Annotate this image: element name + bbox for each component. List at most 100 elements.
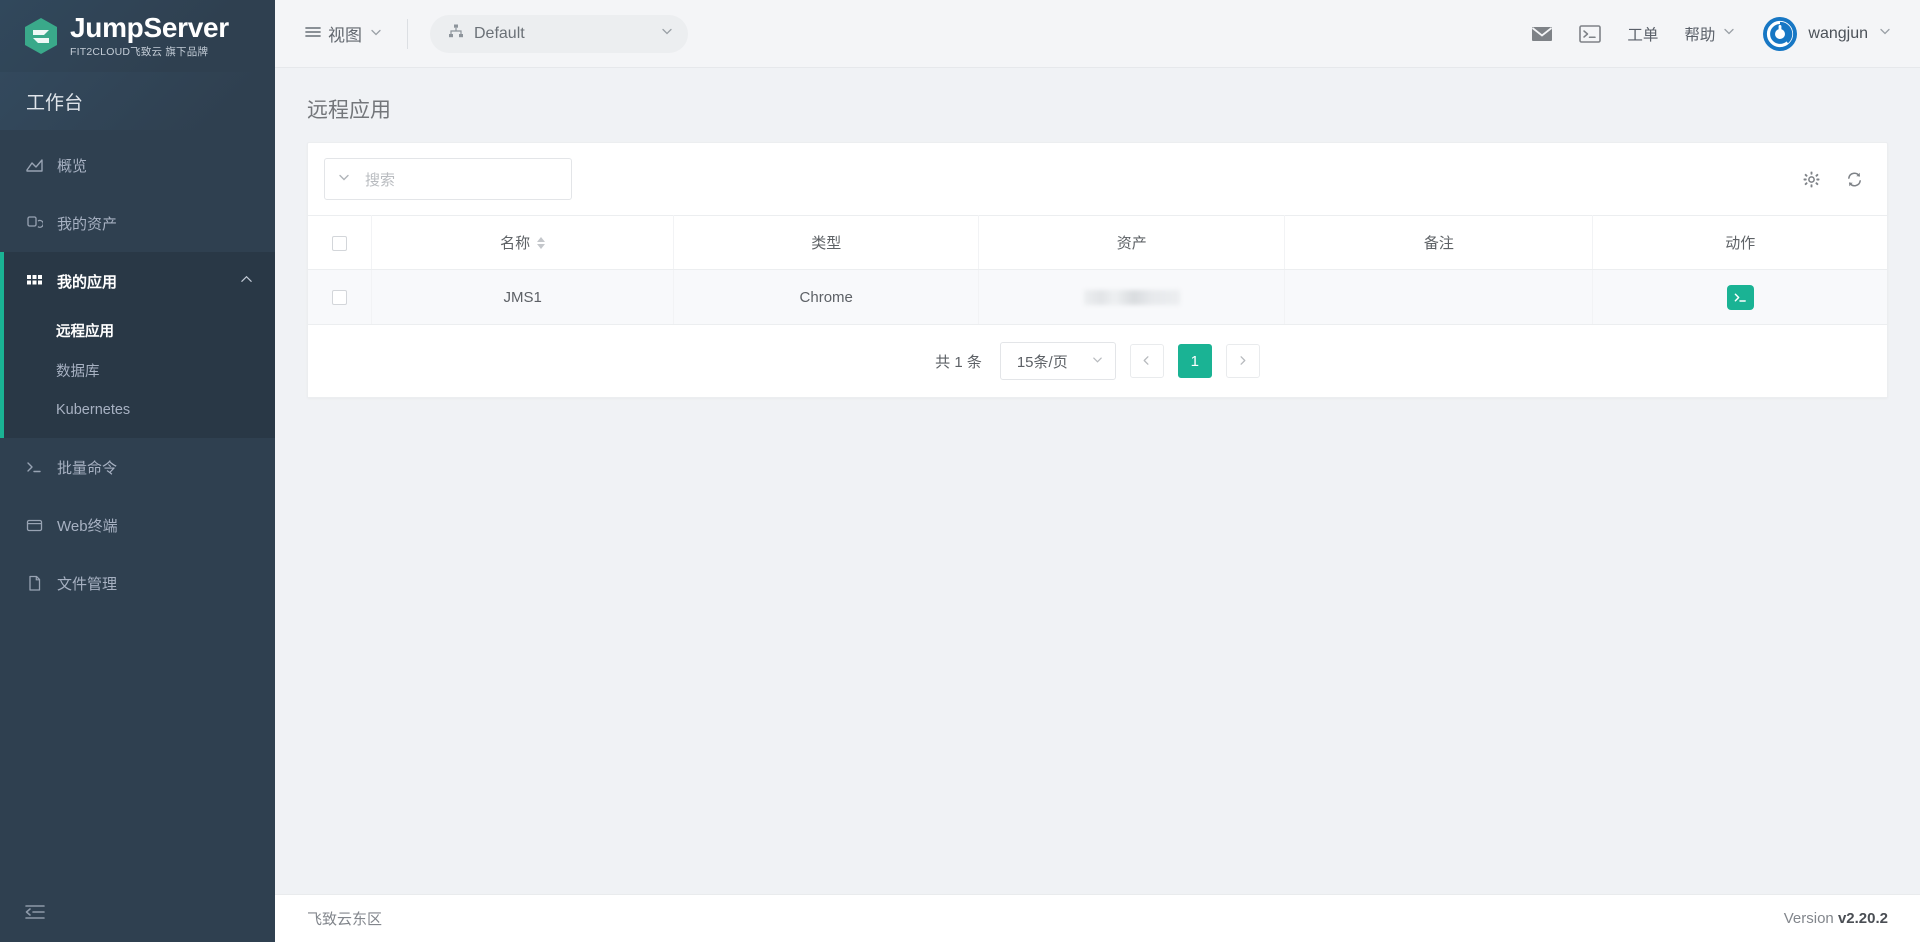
terminal-prompt-icon <box>26 459 43 476</box>
ticket-link[interactable]: 工单 <box>1627 23 1658 45</box>
grid-apps-icon <box>26 273 43 290</box>
sidebar-submenu-my-applications: 远程应用 数据库 Kubernetes <box>0 310 275 438</box>
top-bar: 视图 Default 工单 帮助 wangjun <box>275 0 1920 68</box>
table-header-asset: 资产 <box>978 215 1286 270</box>
table-tool-icons <box>1803 171 1863 188</box>
sidebar-item-overview[interactable]: 概览 <box>0 136 275 194</box>
chevron-down-icon[interactable] <box>337 170 351 189</box>
sidebar-item-my-applications[interactable]: 我的应用 <box>0 252 275 310</box>
table-header-name[interactable]: 名称 <box>371 215 675 270</box>
table-header-action: 动作 <box>1592 215 1887 270</box>
logo-title: JumpServer <box>70 11 229 43</box>
table-header-note: 备注 <box>1284 215 1594 270</box>
view-selector[interactable]: 视图 <box>299 17 389 50</box>
sidebar-nav: 概览 我的资产 我的应用 远程应用 数据库 Kubernetes 批量命令 We… <box>0 136 275 612</box>
table-head: 名称 类型 资产 备注 动作 <box>308 215 1887 270</box>
chevron-left-icon <box>1141 353 1152 370</box>
sidebar-item-file-management[interactable]: 文件管理 <box>0 554 275 612</box>
row-type-cell: Chrome <box>673 269 980 325</box>
sidebar-subitem-remote-apps[interactable]: 远程应用 <box>0 310 275 350</box>
row-name-cell: JMS1 <box>371 269 675 325</box>
column-label: 备注 <box>1423 235 1454 252</box>
search-input[interactable]: 搜索 <box>324 158 572 200</box>
user-menu[interactable]: wangjun <box>1762 16 1892 52</box>
sort-arrows-icon[interactable] <box>537 236 546 249</box>
refresh-icon[interactable] <box>1846 171 1863 188</box>
topbar-actions: 工单 帮助 wangjun <box>1531 16 1892 52</box>
remote-apps-table: 名称 类型 资产 备注 动作 JMS1 Chrome <box>308 215 1887 325</box>
select-all-checkbox[interactable] <box>332 235 348 251</box>
chevron-down-icon <box>369 24 383 44</box>
sidebar-item-web-terminal[interactable]: Web终端 <box>0 496 275 554</box>
table-row[interactable]: JMS1 Chrome <box>308 269 1887 325</box>
search-placeholder: 搜索 <box>365 171 396 189</box>
column-label: 名称 <box>500 235 531 252</box>
pagination-prev-button[interactable] <box>1129 344 1164 378</box>
footer-version: Version v2.20.2 <box>1784 910 1888 927</box>
chevron-right-icon <box>1237 353 1248 370</box>
row-select-cell <box>308 269 373 325</box>
sidebar-item-label: 我的应用 <box>57 273 118 291</box>
app-root: JumpServer FIT2CLOUD飞致云 旗下品牌 工作台 概览 我的资产… <box>0 0 1920 942</box>
view-label: 视图 <box>328 26 362 45</box>
sidebar-item-batch-command[interactable]: 批量命令 <box>0 438 275 496</box>
sidebar-subitem-label: 数据库 <box>56 363 100 380</box>
sidebar-item-label: 我的资产 <box>57 215 118 233</box>
chevron-down-icon <box>660 24 674 43</box>
sidebar-item-label: Web终端 <box>57 517 118 535</box>
topbar-divider <box>407 18 408 49</box>
version-label: Version <box>1783 910 1834 927</box>
pagination-page-1[interactable]: 1 <box>1177 344 1212 378</box>
row-action-cell <box>1592 269 1887 325</box>
table-body: JMS1 Chrome <box>308 269 1887 325</box>
ticket-label: 工单 <box>1627 26 1659 44</box>
assets-icon <box>26 215 43 232</box>
main-area: 视图 Default 工单 帮助 wangjun 远程应用 搜索 名称 类型 资… <box>275 0 1920 942</box>
hamburger-icon <box>305 24 321 44</box>
sidebar-item-label: 批量命令 <box>57 459 118 477</box>
organization-selector[interactable]: Default <box>430 14 688 53</box>
table-header-select-all <box>308 215 373 270</box>
sidebar: JumpServer FIT2CLOUD飞致云 旗下品牌 工作台 概览 我的资产… <box>0 0 275 942</box>
sidebar-collapse-icon <box>24 902 46 927</box>
terminal-window-icon[interactable] <box>1579 24 1602 43</box>
pagination-total: 共 1 条 <box>935 353 982 371</box>
help-menu[interactable]: 帮助 <box>1684 23 1736 45</box>
column-label: 资产 <box>1116 235 1147 252</box>
sidebar-subitem-label: 远程应用 <box>56 323 114 340</box>
sitemap-icon <box>448 23 464 44</box>
chevron-down-icon <box>1722 24 1736 43</box>
jumpserver-hexagon-logo-icon <box>22 16 60 56</box>
brand-logo[interactable]: JumpServer FIT2CLOUD飞致云 旗下品牌 <box>0 0 275 72</box>
version-value: v2.20.2 <box>1837 910 1888 927</box>
column-label: 类型 <box>811 235 842 252</box>
gear-icon[interactable] <box>1803 171 1820 188</box>
column-label: 动作 <box>1725 235 1756 252</box>
chevron-down-icon <box>1878 24 1892 43</box>
footer-region-label: 飞致云东区 <box>307 911 383 928</box>
page-size-selector[interactable]: 15条/页 <box>999 342 1116 380</box>
sidebar-collapse-button[interactable] <box>0 886 275 942</box>
row-checkbox[interactable] <box>332 290 348 306</box>
redacted-asset-value <box>1083 290 1180 306</box>
pagination: 共 1 条 15条/页 1 <box>308 325 1887 397</box>
workbench-header: 工作台 <box>0 72 275 130</box>
connect-terminal-button[interactable] <box>1726 284 1754 310</box>
footer: 飞致云东区 Version v2.20.2 <box>275 894 1920 942</box>
sidebar-subitem-database[interactable]: 数据库 <box>0 350 275 390</box>
table-header-row: 名称 类型 资产 备注 动作 <box>308 215 1887 270</box>
help-label: 帮助 <box>1684 26 1716 44</box>
file-icon <box>26 575 43 592</box>
user-avatar-logo-icon <box>1762 16 1798 52</box>
sidebar-item-my-assets[interactable]: 我的资产 <box>0 194 275 252</box>
envelope-icon[interactable] <box>1531 26 1553 42</box>
row-note-cell <box>1284 269 1594 325</box>
organization-name: Default <box>474 24 525 42</box>
window-icon <box>26 517 43 534</box>
sidebar-subitem-label: Kubernetes <box>56 402 131 418</box>
sidebar-item-label: 文件管理 <box>57 575 118 593</box>
pagination-next-button[interactable] <box>1225 344 1260 378</box>
row-asset-cell <box>978 269 1286 325</box>
table-toolbar: 搜索 <box>308 143 1887 215</box>
sidebar-subitem-kubernetes[interactable]: Kubernetes <box>0 390 275 430</box>
